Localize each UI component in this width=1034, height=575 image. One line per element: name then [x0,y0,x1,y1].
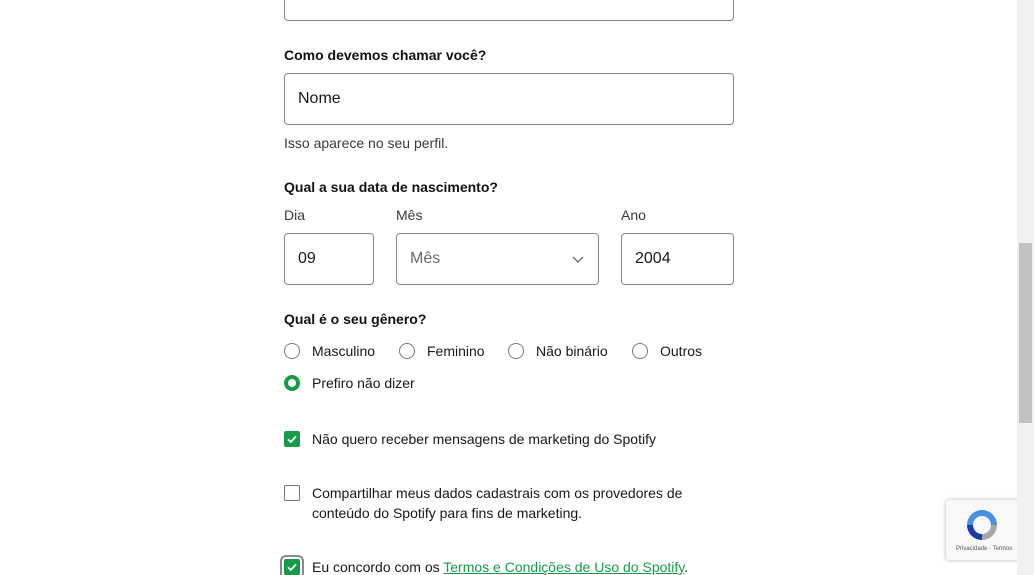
month-select-value: Mês [410,250,441,267]
name-help-text: Isso aparece no seu perfil. [284,135,449,151]
gender-option-masculino[interactable]: Masculino [284,343,375,359]
name-input[interactable]: Nome [284,73,734,125]
name-input-value: Nome [298,90,341,107]
gender-option-prefiro-nao-dizer[interactable]: Prefiro não dizer [284,375,415,391]
terms-link[interactable]: Termos e Condições de Uso do Spotify [443,559,684,575]
checkmark-icon [287,563,297,572]
scrollbar-thumb[interactable] [1019,243,1032,423]
name-question-label: Como devemos chamar você? [284,47,487,63]
checkmark-icon [287,435,297,444]
marketing-checkbox-label: Não quero receber mensagens de marketing… [312,431,656,447]
page-scrollbar[interactable] [1017,0,1034,575]
radio-button[interactable] [284,343,300,359]
marketing-checkbox[interactable] [284,431,300,447]
gender-option-outros[interactable]: Outros [632,343,702,359]
gender-option-feminino[interactable]: Feminino [399,343,485,359]
radio-button[interactable] [632,343,648,359]
terms-option[interactable]: Eu concordo com os Termos e Condições de… [280,555,734,575]
share-data-option[interactable]: Compartilhar meus dados cadastrais com o… [284,483,704,523]
terms-prefix: Eu concordo com os [312,559,444,575]
month-select[interactable]: Mês [396,233,599,285]
gender-question-label: Qual é o seu gênero? [284,311,427,327]
year-label: Ano [621,207,646,223]
gender-option-label: Masculino [312,343,376,359]
terms-checkbox[interactable] [280,555,304,575]
gender-option-label: Não binário [536,343,608,359]
gender-option-nao-binario[interactable]: Não binário [508,343,608,359]
terms-checkbox-label: Eu concordo com os Termos e Condições de… [312,557,688,575]
gender-option-label: Feminino [427,343,485,359]
terms-suffix: . [684,559,689,575]
chevron-down-icon [572,256,584,263]
recaptcha-footer[interactable]: Privacidade - Termos [956,546,1012,552]
radio-button[interactable] [508,343,524,359]
previous-input-field[interactable] [284,0,734,21]
birthdate-question-label: Qual a sua data de nascimento? [284,179,498,195]
year-input[interactable]: 2004 [621,233,734,285]
signup-page: Como devemos chamar você? Nome Isso apar… [0,0,1034,575]
marketing-optout-option[interactable]: Não quero receber mensagens de marketing… [284,429,734,449]
radio-button[interactable] [399,343,415,359]
month-label: Mês [396,207,423,223]
share-data-checkbox[interactable] [284,485,300,501]
gender-option-label: Outros [660,343,703,359]
share-data-checkbox-label: Compartilhar meus dados cadastrais com o… [312,485,683,521]
year-input-value: 2004 [635,250,671,267]
day-input[interactable]: 09 [284,233,374,285]
day-input-value: 09 [298,250,316,267]
gender-option-label: Prefiro não dizer [312,375,415,391]
recaptcha-icon [967,510,997,540]
radio-button-selected[interactable] [284,375,300,391]
day-label: Dia [284,207,306,223]
